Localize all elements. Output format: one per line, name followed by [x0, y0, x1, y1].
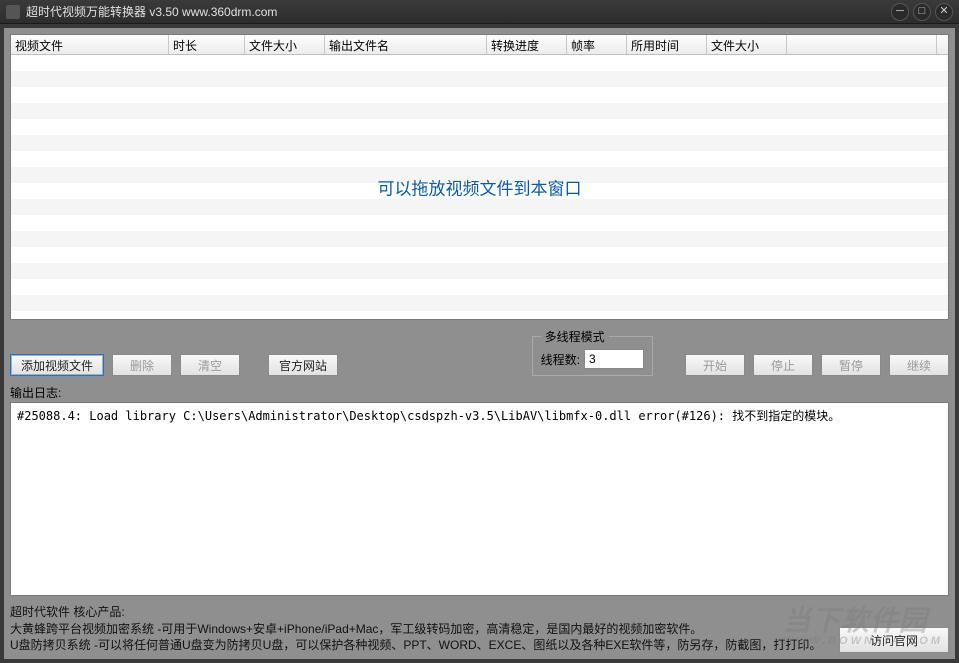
delete-button[interactable]: 删除: [112, 354, 172, 376]
visit-official-button[interactable]: 访问官网: [839, 627, 949, 653]
maximize-button[interactable]: □: [913, 3, 931, 21]
column-header[interactable]: [787, 35, 937, 54]
log-area: 输出日志: #25088.4: Load library C:\Users\Ad…: [10, 384, 949, 596]
thread-mode-group: 多线程模式 线程数:: [532, 328, 653, 376]
add-video-button[interactable]: 添加视频文件: [10, 354, 104, 376]
thread-mode-legend: 多线程模式: [541, 328, 609, 345]
close-button[interactable]: ✕: [935, 3, 953, 21]
column-header[interactable]: 所用时间: [627, 35, 707, 54]
drop-hint: 可以拖放视频文件到本窗口: [378, 175, 582, 200]
continue-button[interactable]: 继续: [889, 354, 949, 376]
window-title: 超时代视频万能转换器 v3.50 www.360drm.com: [26, 3, 277, 20]
footer: 超时代软件 核心产品: 大黄蜂跨平台视频加密系统 -可用于Windows+安卓+…: [10, 602, 949, 653]
official-site-button[interactable]: 官方网站: [268, 354, 338, 376]
toolbar: 添加视频文件 删除 清空 官方网站 多线程模式 线程数: 开始 停止 暂停 继续: [10, 326, 949, 378]
minimize-button[interactable]: ─: [891, 3, 909, 21]
column-header[interactable]: 视频文件: [11, 35, 169, 54]
app-window: 超时代视频万能转换器 v3.50 www.360drm.com ─ □ ✕ 视频…: [0, 0, 959, 663]
column-header[interactable]: 文件大小: [707, 35, 787, 54]
file-list-header: 视频文件时长文件大小输出文件名转换进度帧率所用时间文件大小: [11, 35, 948, 55]
column-header[interactable]: 帧率: [567, 35, 627, 54]
thread-count-input[interactable]: [584, 349, 644, 369]
footer-line1: 超时代软件 核心产品:: [10, 604, 829, 620]
footer-line3: U盘防拷贝系统 -可以将任何普通U盘变为防拷贝U盘，可以保护各种视频、PPT、W…: [10, 637, 829, 653]
start-button[interactable]: 开始: [685, 354, 745, 376]
clear-button[interactable]: 清空: [180, 354, 240, 376]
titlebar[interactable]: 超时代视频万能转换器 v3.50 www.360drm.com ─ □ ✕: [0, 0, 959, 24]
column-header[interactable]: 输出文件名: [325, 35, 487, 54]
app-icon: [6, 5, 20, 19]
file-list[interactable]: 视频文件时长文件大小输出文件名转换进度帧率所用时间文件大小 可以拖放视频文件到本…: [10, 34, 949, 320]
log-label: 输出日志:: [10, 384, 949, 401]
stop-button[interactable]: 停止: [753, 354, 813, 376]
column-header[interactable]: 时长: [169, 35, 245, 54]
column-header[interactable]: 转换进度: [487, 35, 567, 54]
thread-count-label: 线程数:: [541, 351, 580, 368]
client-area: 视频文件时长文件大小输出文件名转换进度帧率所用时间文件大小 可以拖放视频文件到本…: [4, 28, 955, 659]
footer-line2: 大黄蜂跨平台视频加密系统 -可用于Windows+安卓+iPhone/iPad+…: [10, 621, 829, 637]
pause-button[interactable]: 暂停: [821, 354, 881, 376]
log-output[interactable]: #25088.4: Load library C:\Users\Administ…: [10, 402, 949, 596]
footer-text: 超时代软件 核心产品: 大黄蜂跨平台视频加密系统 -可用于Windows+安卓+…: [10, 604, 829, 653]
column-header[interactable]: 文件大小: [245, 35, 325, 54]
file-list-body[interactable]: 可以拖放视频文件到本窗口: [11, 55, 948, 319]
